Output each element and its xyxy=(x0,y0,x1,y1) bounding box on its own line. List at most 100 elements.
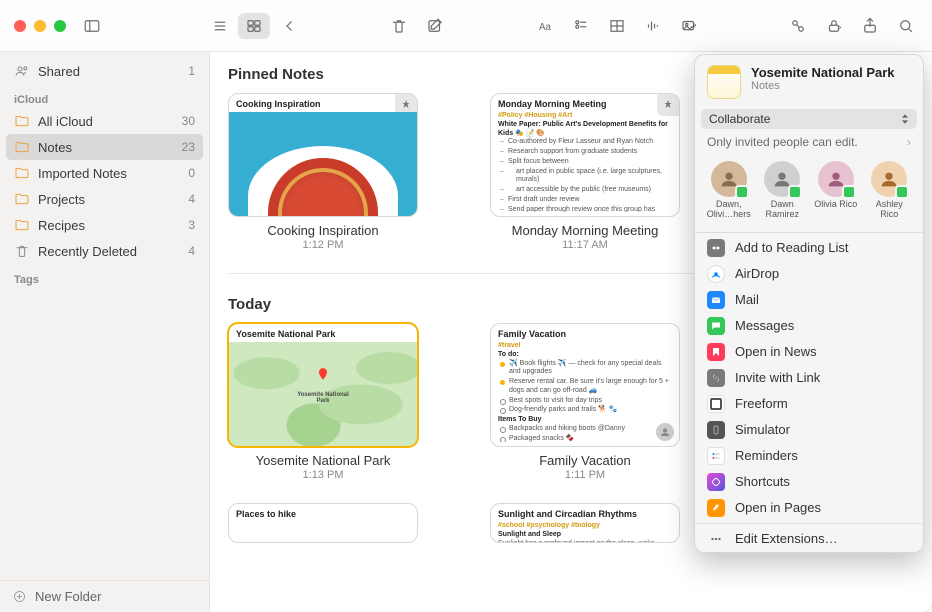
note-preview: #travel To do: ✈️ Book flights ✈️ — chec… xyxy=(491,342,679,442)
share-person[interactable]: Dawn, Olivi…hers xyxy=(705,161,753,220)
new-note-button[interactable] xyxy=(419,13,451,39)
share-action-invite-link[interactable]: Invite with Link xyxy=(695,365,923,391)
delete-note-button[interactable] xyxy=(383,13,415,39)
share-action-reading-list[interactable]: Add to Reading List xyxy=(695,235,923,261)
sidebar-item-label: All iCloud xyxy=(38,114,93,129)
reading-list-icon xyxy=(707,239,725,257)
map-thumbnail: Yosemite National Park xyxy=(229,342,417,446)
window-controls xyxy=(10,20,72,32)
back-button[interactable] xyxy=(274,13,306,39)
share-action-reminders[interactable]: Reminders xyxy=(695,443,923,469)
chevron-right-icon: › xyxy=(907,135,911,149)
audio-button[interactable] xyxy=(637,13,669,39)
folder-icon xyxy=(14,217,30,233)
sidebar-item-recently-deleted[interactable]: Recently Deleted 4 xyxy=(0,238,209,264)
share-action-messages[interactable]: Messages xyxy=(695,313,923,339)
fullscreen-window-button[interactable] xyxy=(54,20,66,32)
messages-badge-icon xyxy=(788,185,802,199)
view-switcher xyxy=(204,13,270,39)
link-icon xyxy=(707,369,725,387)
sidebar-tags-header: Tags xyxy=(0,264,209,288)
share-action-pages[interactable]: Open in Pages xyxy=(695,495,923,521)
share-permissions-row[interactable]: Only invited people can edit. › xyxy=(695,131,923,153)
sidebar-item-label: Notes xyxy=(38,140,72,155)
share-button[interactable] xyxy=(854,13,886,39)
note-card-places-to-hike[interactable]: Places to hike xyxy=(228,503,418,543)
folder-icon xyxy=(14,113,30,129)
share-person[interactable]: Dawn Ramirez xyxy=(759,161,807,220)
freeform-icon xyxy=(707,395,725,413)
notes-app-icon xyxy=(707,65,741,99)
sidebar-item-label: Recipes xyxy=(38,218,85,233)
map-pin-icon xyxy=(316,365,330,388)
format-button[interactable]: Aa xyxy=(529,13,561,39)
simulator-icon xyxy=(707,421,725,439)
folder-icon xyxy=(14,191,30,207)
messages-badge-icon xyxy=(895,185,909,199)
close-window-button[interactable] xyxy=(14,20,26,32)
gallery-view-button[interactable] xyxy=(238,13,270,39)
share-action-airdrop[interactable]: AirDrop xyxy=(695,261,923,287)
extensions-icon xyxy=(707,530,725,548)
sidebar-item-label: Projects xyxy=(38,192,85,207)
sidebar-item-projects[interactable]: Projects 4 xyxy=(0,186,209,212)
airdrop-icon xyxy=(707,265,725,283)
note-card-yosemite[interactable]: Yosemite National Park Yosemite National… xyxy=(228,323,418,481)
share-note-title: Yosemite National Park xyxy=(751,65,911,80)
link-button[interactable] xyxy=(782,13,814,39)
share-note-subtitle: Notes xyxy=(751,80,911,92)
sidebar-shared-label: Shared xyxy=(38,64,80,79)
share-action-shortcuts[interactable]: Shortcuts xyxy=(695,469,923,495)
shared-avatar-icon xyxy=(655,422,675,442)
trash-icon xyxy=(14,243,30,259)
reminders-icon xyxy=(707,447,725,465)
messages-badge-icon xyxy=(735,185,749,199)
svg-text:Aa: Aa xyxy=(539,21,552,32)
folder-icon xyxy=(14,139,30,155)
share-action-mail[interactable]: Mail xyxy=(695,287,923,313)
note-preview: #Policy #Housing #Art White Paper: Publi… xyxy=(491,112,679,212)
toggle-sidebar-button[interactable] xyxy=(76,13,108,39)
sidebar-item-notes[interactable]: Notes 23 xyxy=(6,134,203,160)
folder-icon xyxy=(14,165,30,181)
shared-icon xyxy=(14,63,30,79)
share-person[interactable]: Olivia Rico xyxy=(812,161,860,220)
note-card-cooking[interactable]: Cooking Inspiration Cooking Inspiration … xyxy=(228,93,418,251)
note-card-meeting[interactable]: Monday Morning Meeting #Policy #Housing … xyxy=(490,93,680,251)
new-folder-button[interactable]: New Folder xyxy=(0,580,209,612)
sidebar-item-imported[interactable]: Imported Notes 0 xyxy=(0,160,209,186)
minimize-window-button[interactable] xyxy=(34,20,46,32)
share-mode-select[interactable]: Collaborate xyxy=(701,109,917,129)
table-button[interactable] xyxy=(601,13,633,39)
share-action-simulator[interactable]: Simulator xyxy=(695,417,923,443)
sidebar-item-label: Imported Notes xyxy=(38,166,127,181)
list-view-button[interactable] xyxy=(204,13,236,39)
toolbar: Aa xyxy=(0,0,932,52)
sidebar-section-header: iCloud xyxy=(0,84,209,108)
shortcuts-icon xyxy=(707,473,725,491)
checklist-button[interactable] xyxy=(565,13,597,39)
sidebar-shared-count: 1 xyxy=(188,64,195,78)
note-card-family-vacation[interactable]: Family Vacation #travel To do: ✈️ Book f… xyxy=(490,323,680,481)
share-action-news[interactable]: Open in News xyxy=(695,339,923,365)
sidebar-item-recipes[interactable]: Recipes 3 xyxy=(0,212,209,238)
lock-button[interactable] xyxy=(818,13,850,39)
sidebar-item-all-icloud[interactable]: All iCloud 30 xyxy=(0,108,209,134)
note-card-sunlight[interactable]: Sunlight and Circadian Rhythms #school #… xyxy=(490,503,680,543)
messages-icon xyxy=(707,317,725,335)
chevron-updown-icon xyxy=(901,113,909,125)
mail-icon xyxy=(707,291,725,309)
sidebar-item-label: Recently Deleted xyxy=(38,244,137,259)
messages-badge-icon xyxy=(842,185,856,199)
sidebar: Shared 1 iCloud All iCloud 30 Notes 23 I… xyxy=(0,52,210,612)
share-popover: Yosemite National Park Notes Collaborate… xyxy=(694,54,924,553)
pages-icon xyxy=(707,499,725,517)
share-action-freeform[interactable]: Freeform xyxy=(695,391,923,417)
sidebar-shared[interactable]: Shared 1 xyxy=(0,58,209,84)
share-edit-extensions[interactable]: Edit Extensions… xyxy=(695,526,923,552)
share-person[interactable]: Ashley Rico xyxy=(866,161,914,220)
note-preview: #school #psychology #biology Sunlight an… xyxy=(491,522,679,543)
media-button[interactable] xyxy=(673,13,705,39)
search-button[interactable] xyxy=(890,13,922,39)
share-people-row: Dawn, Olivi…hers Dawn Ramirez Olivia Ric… xyxy=(695,153,923,230)
